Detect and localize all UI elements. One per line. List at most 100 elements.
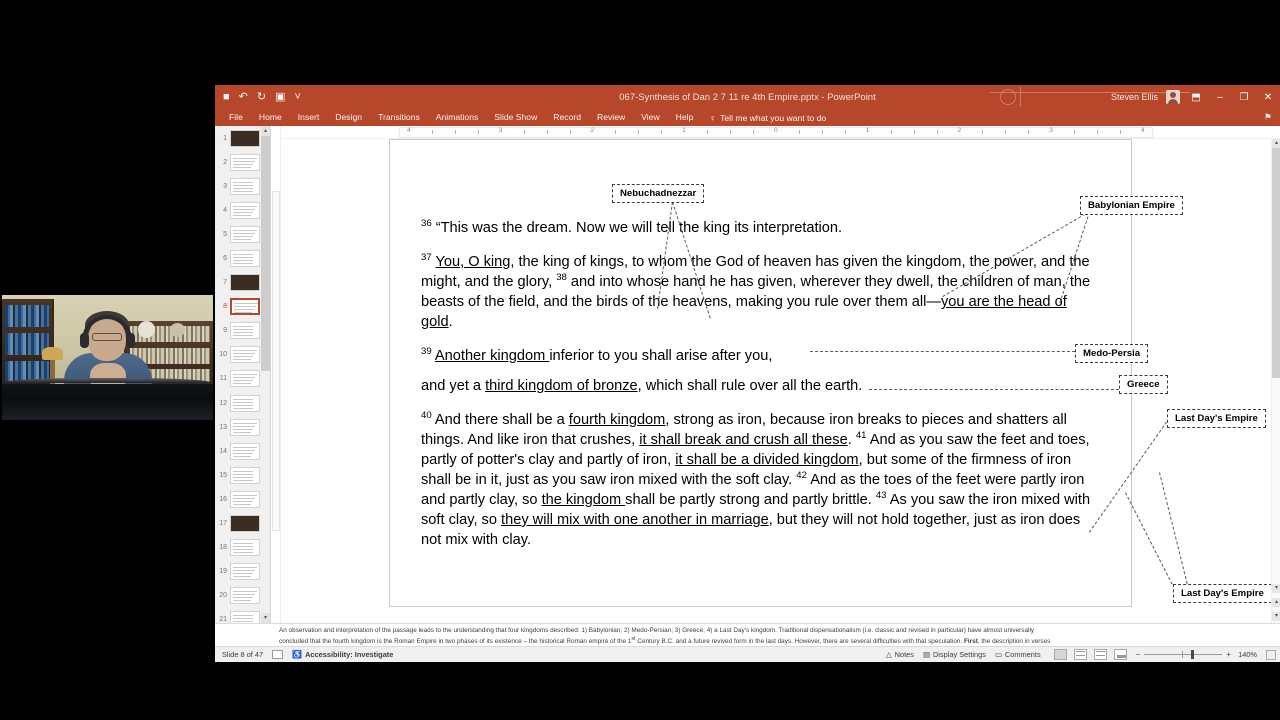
thumbnail-preview[interactable] xyxy=(230,563,260,581)
callout-nebuchadnezzar[interactable]: Nebuchadnezzar xyxy=(612,184,705,203)
accessibility-status[interactable]: ♿ Accessibility: Investigate xyxy=(292,650,393,659)
status-bar-left: Slide 8 of 47 ♿ Accessibility: Investiga… xyxy=(215,650,393,659)
tab-record[interactable]: Record xyxy=(545,109,589,126)
language-status-icon[interactable] xyxy=(272,650,284,659)
account-name[interactable]: Steven Ellis xyxy=(1111,92,1158,102)
thumbnail-preview[interactable] xyxy=(230,490,260,508)
thumbnail-preview[interactable] xyxy=(230,129,260,147)
scrollbar-thumb[interactable] xyxy=(261,136,270,371)
thumbnail-preview[interactable] xyxy=(230,201,260,219)
reading-view-button[interactable] xyxy=(1093,649,1107,660)
ruler-tick xyxy=(661,130,663,134)
thumbnail-preview[interactable] xyxy=(230,442,260,460)
thumbnail-preview[interactable] xyxy=(230,370,260,388)
callout-last-days-empire-1[interactable]: Last Day's Empire xyxy=(1167,409,1266,428)
ruler-tick xyxy=(1074,130,1076,134)
thumbnail-preview[interactable] xyxy=(230,153,260,171)
thumbnail-preview[interactable] xyxy=(230,587,260,605)
tab-file[interactable]: File xyxy=(221,109,251,126)
tab-transitions[interactable]: Transitions xyxy=(370,109,428,126)
zoom-in-button[interactable]: + xyxy=(1226,650,1231,659)
previous-slide-button[interactable]: ▴ xyxy=(1272,598,1280,607)
thumbnail-text-line xyxy=(233,181,253,183)
slideshow-button[interactable] xyxy=(1113,649,1127,660)
ruler-label: 3 xyxy=(1049,127,1053,134)
thumbnail-text-line xyxy=(233,184,253,186)
thumbnail-text-line xyxy=(233,404,253,406)
close-button[interactable]: ✕ xyxy=(1260,92,1276,103)
callout-last-days-empire-2[interactable]: Last Day's Empire xyxy=(1173,584,1272,603)
slide-canvas: 36 “This was the dream. Now we will tell… xyxy=(281,139,1280,623)
thumbnail-preview[interactable] xyxy=(230,274,260,292)
avatar[interactable] xyxy=(1166,90,1180,104)
ribbon-display-options-button[interactable]: ⬒ xyxy=(1188,92,1204,103)
zoom-out-button[interactable]: − xyxy=(1136,650,1141,659)
scroll-up-icon[interactable]: ▴ xyxy=(1272,139,1280,148)
thumbnail-preview[interactable] xyxy=(230,466,260,484)
ruler-tick xyxy=(523,130,525,134)
slide-surface[interactable]: 36 “This was the dream. Now we will tell… xyxy=(389,139,1272,607)
tab-help[interactable]: Help xyxy=(668,109,702,126)
slide-pane-scrollbar[interactable]: ▴ ▾ ▴ ▾ xyxy=(1271,139,1280,623)
scroll-up-icon[interactable]: ▴ xyxy=(261,126,270,136)
thumbnail-text-line xyxy=(233,455,251,457)
tab-animations[interactable]: Animations xyxy=(428,109,487,126)
notes-line-2-a: concluded that the fourth kingdom is the… xyxy=(279,638,632,646)
thumbnail-preview[interactable] xyxy=(230,177,260,195)
thumbnail-preview[interactable] xyxy=(230,250,260,268)
tab-insert[interactable]: Insert xyxy=(290,109,328,126)
zoom-control[interactable]: − + 140% xyxy=(1136,650,1257,659)
zoom-slider-knob[interactable] xyxy=(1191,650,1195,659)
thumbnail-preview[interactable] xyxy=(230,539,260,557)
ruler-label: 4 xyxy=(1141,127,1145,134)
fit-slide-to-window-button[interactable] xyxy=(1266,649,1276,660)
slide-text-run: “This was the dream. Now we will tell th… xyxy=(435,220,843,236)
tab-slide-show[interactable]: Slide Show xyxy=(486,109,545,126)
thumbnail-preview[interactable] xyxy=(230,394,260,412)
thumbnail-text-line xyxy=(233,353,255,355)
tab-home[interactable]: Home xyxy=(251,109,290,126)
slide-body-text[interactable]: 36 “This was the dream. Now we will tell… xyxy=(421,218,1099,564)
callout-greece[interactable]: Greece xyxy=(1119,375,1168,394)
zoom-slider[interactable] xyxy=(1144,650,1223,659)
thumbnail-text-line xyxy=(233,229,257,231)
callout-medo-persia[interactable]: Medo-Persia xyxy=(1075,344,1149,363)
display-settings-button[interactable]: ▤ Display Settings xyxy=(923,650,986,659)
callout-babylonian-empire[interactable]: Babylonian Empire xyxy=(1080,196,1183,215)
minimize-button[interactable]: – xyxy=(1212,92,1228,103)
thumbnail-number: 20 xyxy=(219,592,227,600)
webcam-video-feed[interactable] xyxy=(2,295,213,420)
scroll-down-icon[interactable]: ▾ xyxy=(1272,584,1280,593)
normal-view-button[interactable] xyxy=(1053,649,1067,660)
scroll-down-icon[interactable]: ▾ xyxy=(261,613,270,623)
thumbnail-preview[interactable] xyxy=(230,346,260,364)
next-slide-button[interactable]: ▾ xyxy=(1272,612,1280,621)
zoom-level-label[interactable]: 140% xyxy=(1235,650,1257,659)
thumbnail-preview[interactable] xyxy=(230,322,260,340)
tab-design[interactable]: Design xyxy=(327,109,370,126)
slide-number-status[interactable]: Slide 8 of 47 xyxy=(222,650,263,659)
notes-pane[interactable]: An observation and interpretation of the… xyxy=(215,623,1280,646)
ruler-tick xyxy=(569,130,571,134)
thumbnail-number: 3 xyxy=(223,182,227,190)
slide-sorter-button[interactable] xyxy=(1073,649,1087,660)
thumbnail-number: 11 xyxy=(219,375,227,383)
notes-button[interactable]: △ Notes xyxy=(886,650,914,659)
tell-me-search[interactable]: ♀ Tell me what you want to do xyxy=(709,113,826,123)
ruler-tick xyxy=(1120,130,1122,134)
tab-view[interactable]: View xyxy=(633,109,667,126)
share-icon[interactable]: ⚑ xyxy=(1264,112,1272,123)
thumbnail-scrollbar[interactable]: ▴ ▾ xyxy=(261,126,270,623)
thumbnail-text-line xyxy=(233,257,253,259)
thumbnail-preview[interactable] xyxy=(230,418,260,436)
slide-thumbnail-panel[interactable]: 1 2 3 4 5 6 7 8 9 10 11 12 13 14 15 16 17 18 19 20 21 ▴ ▾ xyxy=(215,126,271,623)
thumbnail-preview[interactable] xyxy=(230,611,260,623)
scrollbar-thumb[interactable] xyxy=(1272,148,1280,378)
tab-review[interactable]: Review xyxy=(589,109,633,126)
thumbnail-preview[interactable] xyxy=(230,298,260,316)
restore-button[interactable]: ❐ xyxy=(1236,92,1252,103)
thumbnail-text-line xyxy=(233,546,253,548)
thumbnail-preview[interactable] xyxy=(230,515,260,533)
comments-button[interactable]: ▭ Comments xyxy=(995,650,1041,659)
thumbnail-preview[interactable] xyxy=(230,225,260,243)
